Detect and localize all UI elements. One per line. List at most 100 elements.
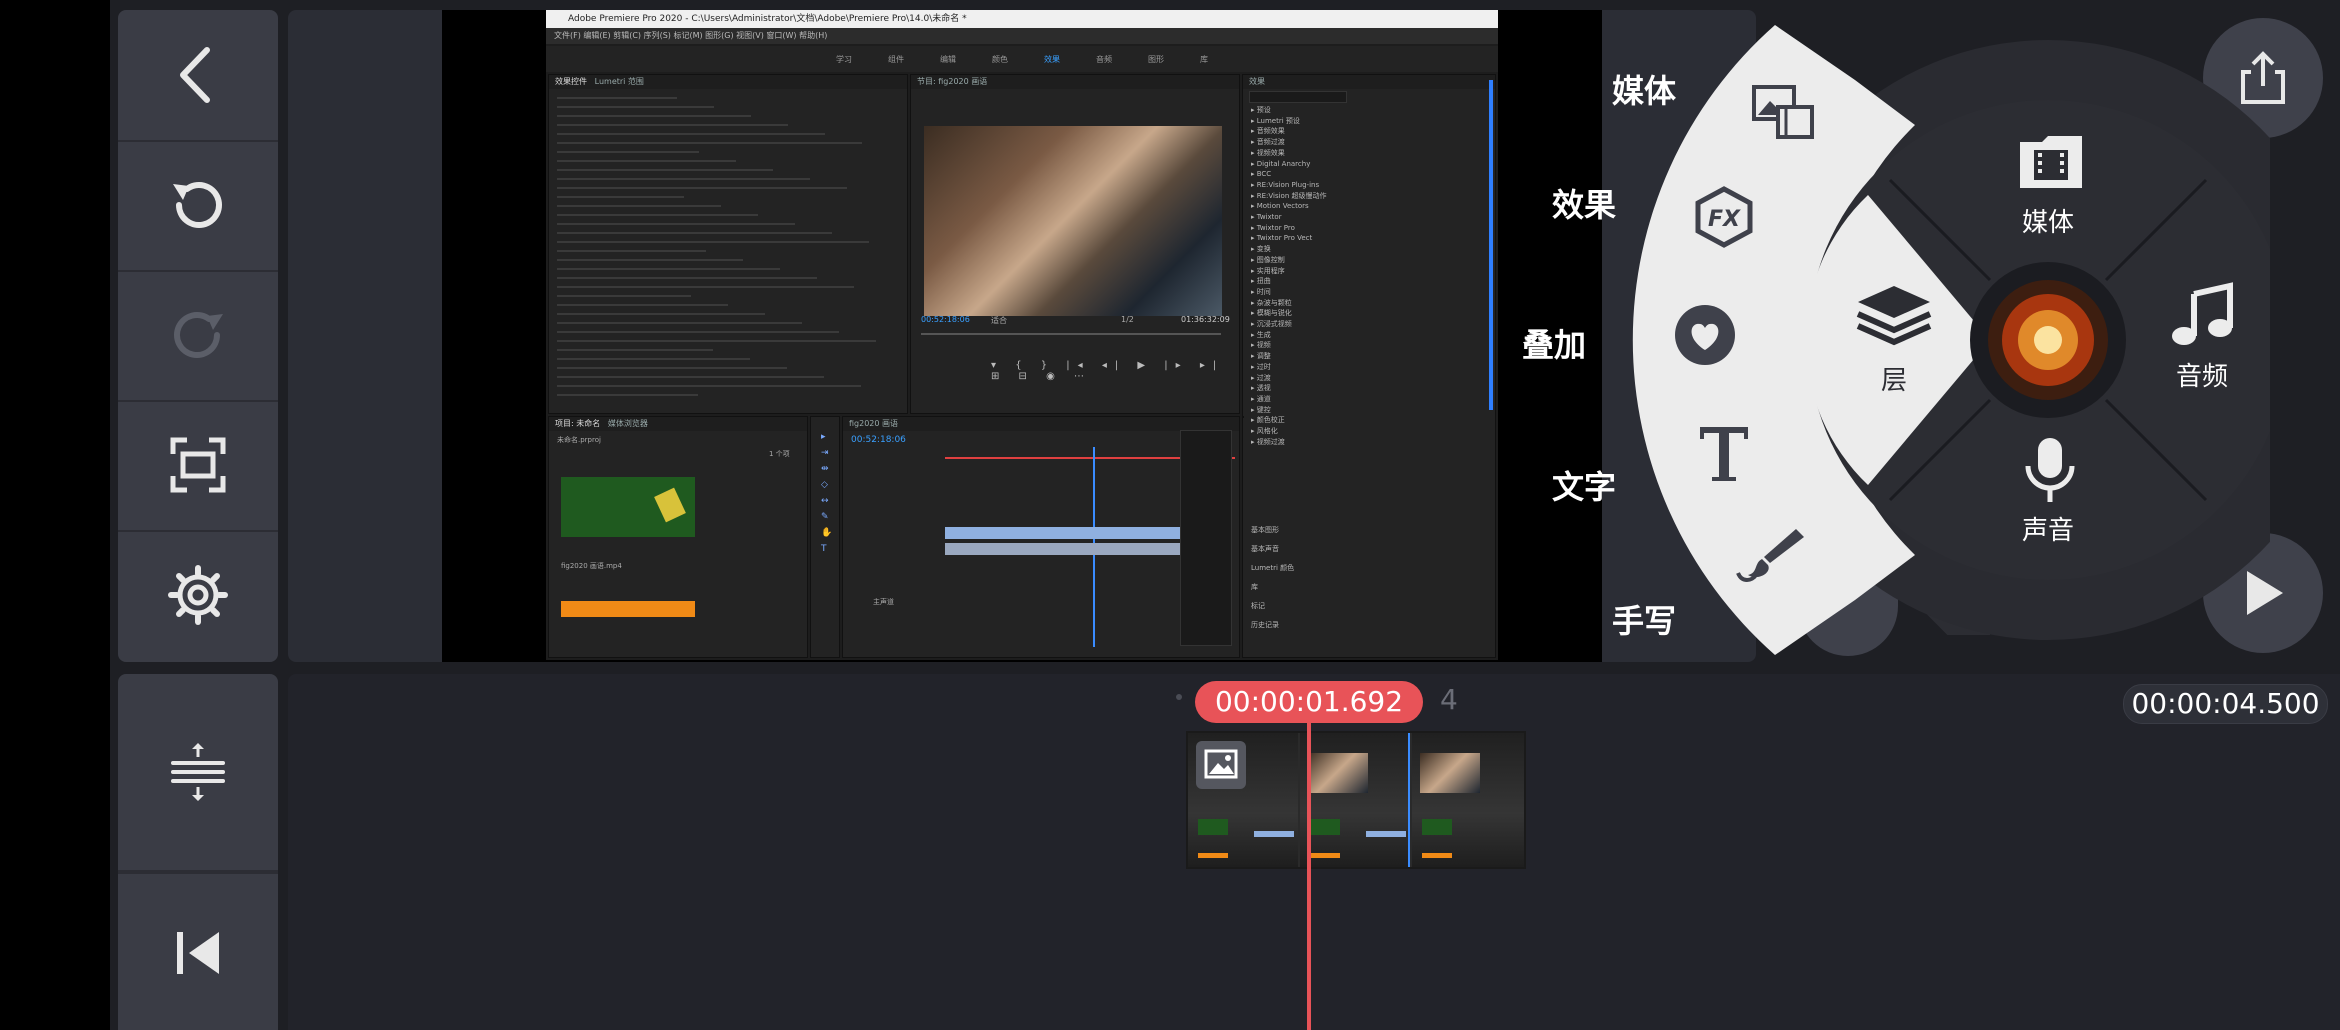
effect-folder[interactable]: ▸ 预设 — [1251, 105, 1327, 116]
label-handwriting[interactable]: 手写 — [1612, 596, 1676, 642]
workspace-tab[interactable]: 学习 — [836, 54, 852, 65]
effect-folder[interactable]: ▸ 颜色校正 — [1251, 415, 1327, 426]
effects-tab[interactable]: 效果 — [1243, 75, 1495, 89]
effect-control-row — [557, 367, 787, 369]
inner-audio-item[interactable] — [2170, 282, 2236, 352]
effect-folder[interactable]: ▸ 生成 — [1251, 330, 1327, 341]
effect-control-row — [557, 205, 721, 207]
settings-button[interactable] — [118, 530, 278, 660]
sequence-tab[interactable]: fig2020 画语 — [843, 417, 1239, 431]
effect-controls-tab[interactable]: 效果控件 — [555, 77, 587, 86]
effect-control-row — [557, 142, 862, 144]
workspace-tab[interactable]: 组件 — [888, 54, 904, 65]
effect-folder[interactable]: ▸ 模糊与锐化 — [1251, 308, 1327, 319]
workspace-tab[interactable]: 编辑 — [940, 54, 956, 65]
video-clip[interactable] — [1186, 731, 1526, 869]
track-height-icon — [171, 743, 225, 801]
effect-folder[interactable]: ▸ 过时 — [1251, 362, 1327, 373]
heart-sticker-icon — [1675, 305, 1735, 365]
effect-folder[interactable]: ▸ Twixtor — [1251, 212, 1327, 223]
workspace-tab[interactable]: 图形 — [1148, 54, 1164, 65]
back-button[interactable] — [118, 10, 278, 142]
capture-frame-button[interactable] — [118, 400, 278, 532]
back-icon — [180, 47, 210, 103]
workspace-tab[interactable]: 颜色 — [992, 54, 1008, 65]
project-tab[interactable]: 项目: 未命名 — [555, 419, 600, 428]
effect-folder[interactable]: ▸ 图像控制 — [1251, 255, 1327, 266]
clip-thumbnail[interactable] — [561, 477, 695, 537]
label-media[interactable]: 媒体 — [1612, 66, 1676, 112]
lumetri-scopes-tab[interactable]: Lumetri 范围 — [595, 77, 644, 86]
panel-tab[interactable]: Lumetri 颜色 — [1251, 559, 1294, 578]
track-height-button[interactable] — [118, 674, 278, 872]
panel-tab[interactable]: 标记 — [1251, 597, 1294, 616]
panel-tab[interactable]: 库 — [1251, 578, 1294, 597]
workspace-tab[interactable]: 效果 — [1044, 54, 1060, 65]
inner-layer-label: 层 — [1880, 366, 1907, 396]
effect-control-row — [557, 214, 758, 216]
effect-folder[interactable]: ▸ BCC — [1251, 169, 1327, 180]
project-panel: 项目: 未命名 媒体浏览器 未命名.prproj 1 个项 fig2020 画语… — [548, 416, 808, 658]
program-resolution[interactable]: 1/2 — [1121, 315, 1134, 324]
effect-folder[interactable]: ▸ Twixtor Pro Vect — [1251, 233, 1327, 244]
effect-folder[interactable]: ▸ 音频过渡 — [1251, 137, 1327, 148]
inner-media-item[interactable] — [2018, 132, 2084, 194]
effect-folder[interactable]: ▸ 变换 — [1251, 244, 1327, 255]
wheel-handwriting-item[interactable] — [1734, 523, 1806, 591]
effect-folder[interactable]: ▸ 时间 — [1251, 287, 1327, 298]
media-browser-tab[interactable]: 媒体浏览器 — [608, 419, 648, 428]
wheel-effects-item[interactable]: FX — [1692, 185, 1756, 253]
effect-folder[interactable]: ▸ 视频效果 — [1251, 148, 1327, 159]
sequence-timecode: 00:52:18:06 — [851, 435, 906, 445]
redo-button[interactable] — [118, 270, 278, 402]
effect-folder[interactable]: ▸ 音频效果 — [1251, 126, 1327, 137]
effect-folder[interactable]: ▸ Lumetri 预设 — [1251, 116, 1327, 127]
undo-button[interactable] — [118, 140, 278, 272]
program-fit[interactable]: 适合 — [991, 315, 1007, 326]
effect-control-row — [557, 232, 832, 234]
label-text[interactable]: 文字 — [1552, 462, 1616, 508]
effect-folder[interactable]: ▸ 实用程序 — [1251, 266, 1327, 277]
program-duration: 01:36:32:09 — [1181, 315, 1230, 324]
panel-tab[interactable]: 基本声音 — [1251, 540, 1294, 559]
effect-folder[interactable]: ▸ 杂波与颗粒 — [1251, 298, 1327, 309]
effect-folder[interactable]: ▸ 扭曲 — [1251, 276, 1327, 287]
inner-voice-item[interactable] — [2022, 436, 2078, 510]
effect-control-row — [557, 151, 699, 153]
wheel-overlay-item[interactable] — [1672, 302, 1738, 372]
transport-controls[interactable]: ▾ { } |◂ ◂| ▶ |▸ ▸| ⊞ ⊟ ◉ ⋯ — [991, 360, 1239, 382]
effect-folder[interactable]: ▸ 键控 — [1251, 405, 1327, 416]
label-overlay[interactable]: 叠加 — [1522, 320, 1586, 366]
effect-folder[interactable]: ▸ 视频过渡 — [1251, 437, 1327, 448]
label-effects[interactable]: 效果 — [1552, 180, 1616, 226]
wheel-text-item[interactable] — [1696, 423, 1752, 487]
effect-folder[interactable]: ▸ Motion Vectors — [1251, 201, 1327, 212]
playhead[interactable] — [1307, 720, 1311, 1030]
effect-folder[interactable]: ▸ 沉浸式视频 — [1251, 319, 1327, 330]
text-T-icon — [1700, 427, 1748, 481]
effect-control-row — [557, 268, 780, 270]
effect-folder[interactable]: ▸ 透视 — [1251, 383, 1327, 394]
panel-tab[interactable]: 基本图形 — [1251, 521, 1294, 540]
skip-to-start-button[interactable] — [118, 872, 278, 1030]
effect-folder[interactable]: ▸ RE:Vision 超级慢动作 — [1251, 191, 1327, 202]
effect-folder[interactable]: ▸ 调整 — [1251, 351, 1327, 362]
effect-folder[interactable]: ▸ 通道 — [1251, 394, 1327, 405]
wheel-media-item[interactable] — [1752, 85, 1816, 145]
workspace-tab[interactable]: 库 — [1200, 54, 1208, 65]
effect-folder[interactable]: ▸ 风格化 — [1251, 426, 1327, 437]
effect-folder[interactable]: ▸ 过渡 — [1251, 373, 1327, 384]
effect-control-row — [557, 349, 713, 351]
effect-control-row — [557, 304, 728, 306]
effect-folder[interactable]: ▸ Twixtor Pro — [1251, 223, 1327, 234]
item-count: 1 个项 — [769, 450, 790, 458]
tool-icons[interactable]: ▸ ⇥ ⇹ ◇ ↔ ✎ ✋ T — [821, 429, 832, 557]
workspace-tab[interactable]: 音频 — [1096, 54, 1112, 65]
effect-folder[interactable]: ▸ 视频 — [1251, 340, 1327, 351]
panel-tab[interactable]: 历史记录 — [1251, 616, 1294, 635]
effect-folder[interactable]: ▸ RE:Vision Plug-ins — [1251, 180, 1327, 191]
effect-control-row — [557, 259, 743, 261]
effect-folder[interactable]: ▸ Digital Anarchy — [1251, 159, 1327, 170]
inner-layer-item[interactable] — [1854, 282, 1934, 356]
effect-control-row — [557, 133, 825, 135]
